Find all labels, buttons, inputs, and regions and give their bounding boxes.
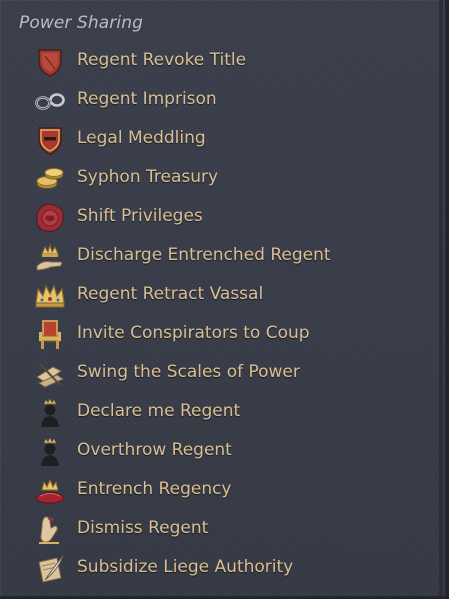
menu-item-syphon-treasury[interactable]: Syphon Treasury [0, 159, 445, 198]
crowned-bust-icon [33, 396, 67, 430]
menu-item-label: Swing the Scales of Power [77, 362, 300, 382]
menu-item-legal-meddling[interactable]: Legal Meddling [0, 120, 445, 159]
menu-item-shift-privileges[interactable]: Shift Privileges [0, 198, 445, 237]
menu-item-label: Syphon Treasury [77, 167, 219, 187]
menu-item-label: Invite Conspirators to Coup [77, 323, 310, 343]
menu-item-label: Regent Retract Vassal [77, 284, 264, 304]
throne-icon [33, 318, 67, 352]
menu-item-label: Shift Privileges [77, 206, 203, 226]
menu-item-subsidize-liege-authority[interactable]: Subsidize Liege Authority [0, 549, 445, 588]
hand-gesture-icon [33, 513, 67, 547]
menu-item-entrench-regency[interactable]: Entrench Regency [0, 471, 445, 510]
menu-item-label: Declare me Regent [77, 401, 241, 421]
menu-item-regent-retract-vassal[interactable]: Regent Retract Vassal [0, 276, 445, 315]
menu-item-regent-revoke-title[interactable]: Regent Revoke Title [0, 42, 445, 81]
menu-item-label: Legal Meddling [77, 128, 206, 148]
menu-item-label: Entrench Regency [77, 479, 232, 499]
crown-hand-icon [33, 240, 67, 274]
menu-item-label: Dismiss Regent [77, 518, 209, 538]
coins-icon [33, 162, 67, 196]
scrollbar-track[interactable] [439, 0, 443, 596]
menu-item-regent-imprison[interactable]: Regent Imprison [0, 81, 445, 120]
wax-seal-icon [33, 201, 67, 235]
menu-item-label: Regent Imprison [77, 89, 217, 109]
menu-item-invite-conspirators-to-coup[interactable]: Invite Conspirators to Coup [0, 315, 445, 354]
menu-item-label: Subsidize Liege Authority [77, 557, 294, 577]
quill-scroll-icon [33, 552, 67, 586]
power-sharing-menu: Power Sharing Regent Revoke Title Regent… [0, 0, 447, 598]
menu-item-dismiss-regent[interactable]: Dismiss Regent [0, 510, 445, 549]
menu-item-discharge-entrenched-regent[interactable]: Discharge Entrenched Regent [0, 237, 445, 276]
crown-icon [33, 279, 67, 313]
menu-item-declare-me-regent[interactable]: Declare me Regent [0, 393, 445, 432]
shackles-icon [33, 84, 67, 118]
menu-header: Power Sharing [19, 13, 143, 33]
scroll-quill-icon [33, 357, 67, 391]
crown-cushion-icon [33, 474, 67, 508]
crowned-bust-icon [33, 435, 67, 469]
menu-item-swing-the-scales-of-power[interactable]: Swing the Scales of Power [0, 354, 445, 393]
menu-item-label: Discharge Entrenched Regent [77, 245, 331, 265]
menu-item-label: Overthrow Regent [77, 440, 232, 460]
crest-shield-icon [33, 123, 67, 157]
action-list: Regent Revoke Title Regent Imprison Lega… [0, 42, 445, 588]
menu-item-label: Regent Revoke Title [77, 50, 247, 70]
shield-icon [33, 45, 67, 79]
menu-item-overthrow-regent[interactable]: Overthrow Regent [0, 432, 445, 471]
